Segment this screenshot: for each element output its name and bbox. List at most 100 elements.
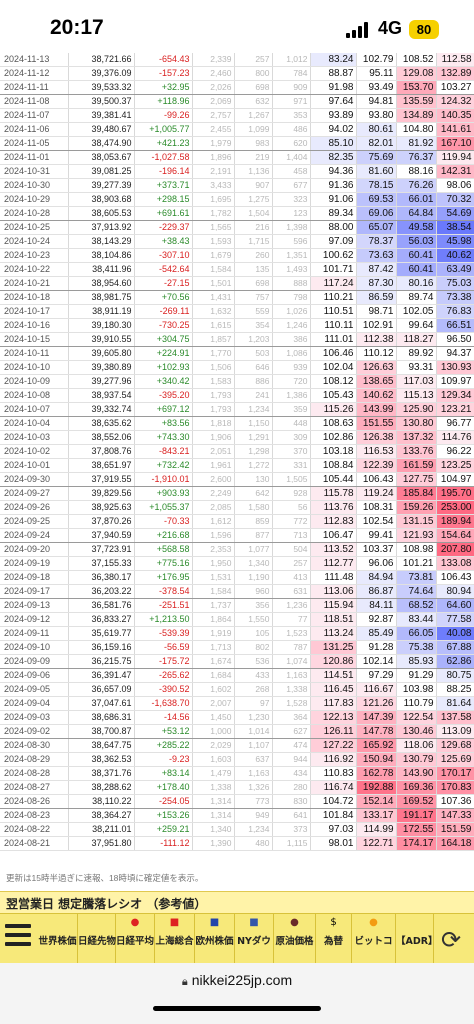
cell-ratio-25d: 70.32: [436, 192, 474, 207]
table-row: 2024-10-25 37,913.92 -229.37 1,565 216 1,398 8…: [0, 220, 474, 235]
cell-date: 2024-09-09: [0, 654, 69, 669]
table-row: 2024-10-18 38,981.75 +70.56 1,431 757 798 110.…: [0, 290, 474, 305]
cell-ratio-10d: 82.01: [356, 136, 397, 151]
cell-ratio-15d: 89.74: [396, 290, 437, 305]
nav-forex[interactable]: $ 為替: [316, 914, 352, 964]
cell-ratio-5d: 94.36: [310, 164, 357, 179]
cell-ratio-5d: 83.24: [310, 53, 357, 67]
nav-ny-dow[interactable]: ■ NYダウ: [235, 914, 274, 964]
cell-volume: 1,857: [192, 332, 235, 347]
cell-decliners: 504: [272, 542, 311, 557]
cell-ratio-10d: 116.67: [356, 682, 397, 697]
cell-advancers: 1,150: [234, 416, 273, 431]
cell-advancers: 637: [234, 752, 273, 767]
cell-change: -307.10: [134, 248, 193, 263]
cell-advancers: 1,275: [234, 192, 273, 207]
cell-date: 2024-08-28: [0, 766, 69, 781]
cell-date: 2024-08-29: [0, 752, 69, 767]
table-row: 2024-09-26 38,925.63 +1,055.37 2,085 1,580 56…: [0, 500, 474, 515]
cell-change: -56.59: [134, 640, 193, 655]
cell-date: 2024-10-21: [0, 276, 69, 291]
cell-decliners: 1,351: [272, 248, 311, 263]
cell-change: +691.61: [134, 206, 193, 221]
cell-ratio-15d: 117.03: [396, 374, 437, 389]
cell-ratio-10d: 116.53: [356, 444, 397, 459]
nav-nikkei-futures[interactable]: 日経先物: [78, 914, 116, 964]
cell-ratio-10d: 138.65: [356, 374, 397, 389]
browser-url-bar[interactable]: 🔒︎ nikkei225jp.com: [0, 963, 474, 1024]
cell-date: 2024-10-03: [0, 430, 69, 445]
nav-world-stocks[interactable]: 世界株価: [38, 914, 78, 964]
table-row: 2024-08-22 38,211.01 +259.21 1,340 1,234 373 9…: [0, 822, 474, 837]
table-row: 2024-09-10 36,159.16 -56.59 1,713 802 787 131.…: [0, 640, 474, 655]
cell-ratio-25d: 64.60: [436, 598, 474, 613]
cell-volume: 2,069: [192, 94, 235, 109]
nav-adr[interactable]: 【ADR】: [396, 914, 438, 964]
cell-decliners: 888: [272, 276, 311, 291]
cell-date: 2024-10-18: [0, 290, 69, 305]
cell-ratio-25d: 67.88: [436, 640, 474, 655]
cell-decliners: 1,074: [272, 654, 311, 669]
cell-ratio-10d: 150.94: [356, 752, 397, 767]
cell-volume: 1,531: [192, 570, 235, 585]
cell-date: 2024-09-10: [0, 640, 69, 655]
cell-close: 39,829.56: [68, 486, 135, 501]
cell-ratio-15d: 104.80: [396, 122, 437, 137]
cell-close: 39,533.32: [68, 80, 135, 95]
cell-ratio-25d: 132.89: [436, 66, 474, 81]
cell-date: 2024-10-30: [0, 178, 69, 193]
nav-crude-oil[interactable]: ● 原油価格: [274, 914, 316, 964]
cell-close: 37,047.61: [68, 696, 135, 711]
cell-ratio-10d: 65.07: [356, 220, 397, 235]
nav-shanghai[interactable]: ■ 上海総合: [155, 914, 195, 964]
cell-decliners: 1,246: [272, 318, 311, 333]
cell-volume: 1,593: [192, 234, 235, 249]
cell-advancers: 949: [234, 808, 273, 823]
cell-advancers: 800: [234, 66, 273, 81]
cell-ratio-5d: 127.22: [310, 738, 357, 753]
cell-ratio-15d: 174.17: [396, 836, 437, 851]
table-row: 2024-10-04 38,635.62 +83.56 1,818 1,150 448 10…: [0, 416, 474, 431]
nav-bitcoin[interactable]: ● ビットコ: [352, 914, 396, 964]
cell-volume: 1,612: [192, 514, 235, 529]
cell-change: +775.16: [134, 556, 193, 571]
cell-advancers: 536: [234, 654, 273, 669]
cell-close: 38,647.75: [68, 738, 135, 753]
cell-advancers: 1,580: [234, 500, 273, 515]
cell-close: 37,723.91: [68, 542, 135, 557]
cell-ratio-25d: 63.49: [436, 262, 474, 277]
cell-ratio-25d: 123.25: [436, 458, 474, 473]
cell-advancers: 356: [234, 598, 273, 613]
cell-ratio-15d: 153.70: [396, 80, 437, 95]
menu-icon[interactable]: [5, 924, 33, 952]
refresh-icon[interactable]: ⟳: [441, 926, 461, 954]
cell-ratio-25d: 125.69: [436, 752, 474, 767]
cell-ratio-5d: 112.83: [310, 514, 357, 529]
cell-decliners: 1,115: [272, 836, 311, 851]
cell-ratio-25d: 66.51: [436, 318, 474, 333]
cell-date: 2024-09-30: [0, 472, 69, 487]
ratio-table-container[interactable]: 2024-11-13 38,721.66 -654.43 2,339 257 1,012 8…: [0, 53, 474, 868]
nav-nikkei-average[interactable]: ● 日経平均: [116, 914, 155, 964]
cell-ratio-25d: 170.83: [436, 780, 474, 795]
cell-change: +216.68: [134, 528, 193, 543]
cell-ratio-10d: 126.38: [356, 430, 397, 445]
cell-decliners: 928: [272, 486, 311, 501]
cell-ratio-25d: 96.22: [436, 444, 474, 459]
cell-decliners: 353: [272, 108, 311, 123]
table-row: 2024-09-05 36,657.09 -390.52 1,602 268 1,338 1…: [0, 682, 474, 697]
cell-advancers: 1,234: [234, 402, 273, 417]
cell-volume: 3,433: [192, 178, 235, 193]
cell-ratio-5d: 111.48: [310, 570, 357, 585]
cell-decliners: 641: [272, 808, 311, 823]
cell-change: +118.96: [134, 94, 193, 109]
table-row: 2024-10-30 39,277.39 +373.71 3,433 907 677 91.…: [0, 178, 474, 193]
cell-ratio-5d: 97.64: [310, 94, 357, 109]
cell-ratio-15d: 68.52: [396, 598, 437, 613]
cell-date: 2024-10-24: [0, 234, 69, 249]
cell-volume: 2,085: [192, 500, 235, 515]
cell-decliners: 280: [272, 780, 311, 795]
cell-ratio-15d: 89.92: [396, 346, 437, 361]
nav-europe[interactable]: ■ 欧州株価: [195, 914, 235, 964]
cell-advancers: 983: [234, 136, 273, 151]
